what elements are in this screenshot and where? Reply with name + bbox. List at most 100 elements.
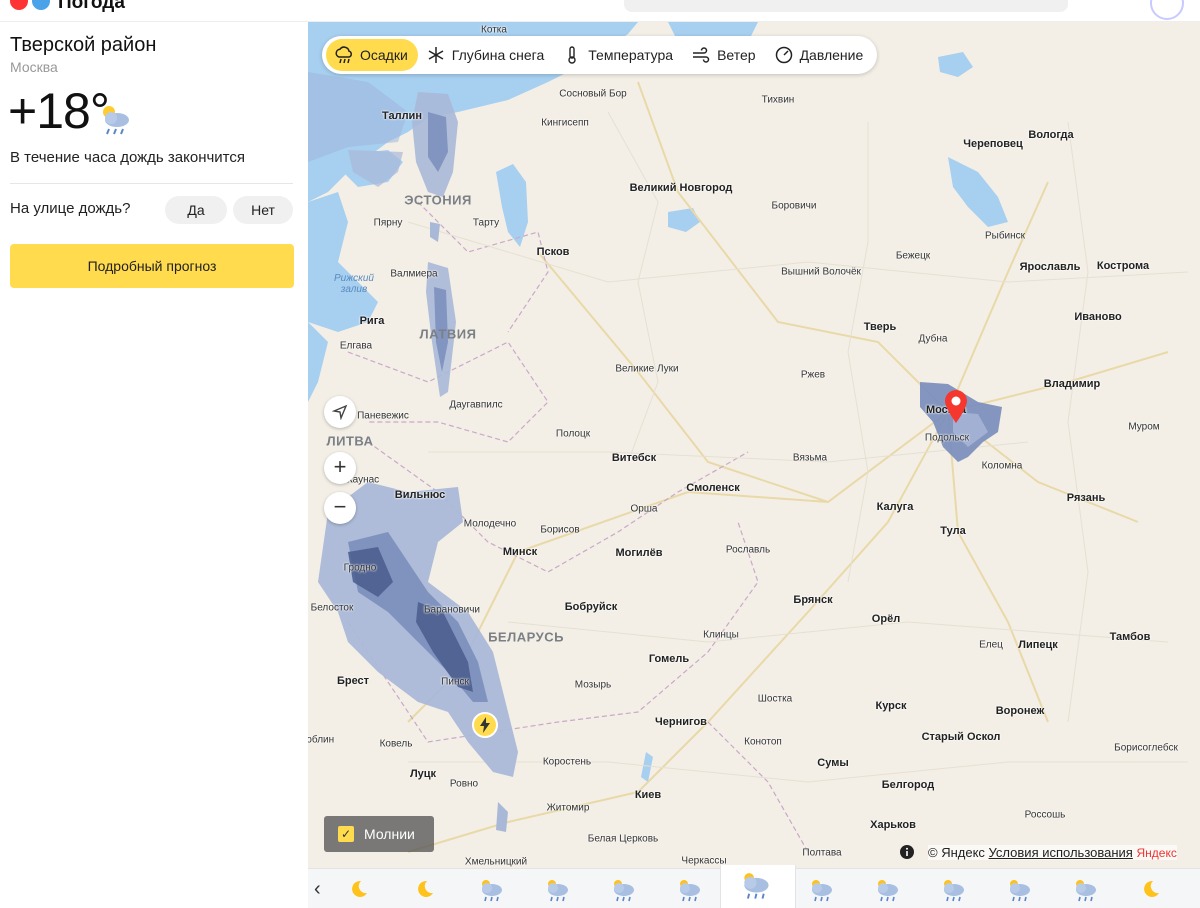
city-label: Липецк (1018, 639, 1058, 651)
precipitation-note: В течение часа дождь закончится (10, 149, 246, 166)
city-label: Тула (940, 525, 966, 537)
timeline-prev-button[interactable]: ‹ (314, 879, 321, 899)
locate-button[interactable] (324, 396, 356, 428)
city-label: Россошь (1024, 809, 1066, 821)
city-label: Таллин (382, 110, 422, 122)
left-panel: Тверской район Москва +18° В течение час… (0, 22, 308, 908)
rain-cloud-icon[interactable] (1070, 875, 1098, 903)
forecast-timeline: ‹ (308, 865, 1200, 908)
city-label: Рославль (725, 544, 771, 556)
country-label: ЛИТВА (326, 433, 374, 449)
avatar[interactable] (1150, 0, 1184, 20)
wind-icon (693, 47, 710, 63)
city-label: Клинцы (703, 629, 739, 641)
city-label: Луцк (409, 768, 437, 780)
city-label: Харьков (870, 819, 916, 831)
rain-cloud-icon[interactable] (806, 875, 834, 903)
city-label: Могилёв (615, 547, 663, 559)
city-label: Минск (502, 546, 538, 558)
brand-title[interactable]: Погода (58, 0, 125, 14)
tab-wind[interactable]: Ветер (683, 39, 766, 71)
city-label: Великие Луки (615, 363, 679, 375)
city-label: Бежецк (895, 250, 931, 262)
city-label: Псков (536, 246, 570, 258)
city-label: Елгава (339, 340, 373, 352)
city-label: Киев (634, 789, 662, 801)
divider (10, 183, 293, 184)
tab-label: Температура (588, 47, 674, 63)
location-pin-icon[interactable] (944, 390, 968, 424)
location-subtitle: Москва (10, 59, 58, 75)
tab-pressure[interactable]: Давление (766, 39, 874, 71)
info-icon[interactable] (899, 844, 915, 860)
city-label: Брянск (793, 594, 833, 606)
weather-logo-icon[interactable] (32, 0, 50, 10)
city-label: Сумы (817, 757, 849, 769)
zoom-in-button[interactable]: + (324, 452, 356, 484)
city-label: Даугавпилс (449, 399, 503, 411)
city-label: Старый Оскол (921, 731, 1001, 743)
city-label: Полоцк (555, 428, 591, 440)
city-label: Владимир (1043, 378, 1101, 390)
city-label: Витебск (611, 452, 657, 464)
gauge-icon (775, 46, 792, 64)
zoom-out-button[interactable]: − (324, 492, 356, 524)
city-label: Котка (481, 24, 507, 36)
city-label: Череповец (963, 138, 1023, 150)
city-label: Ровно (449, 778, 479, 790)
city-label: Валмиера (390, 268, 438, 280)
country-label: ЛАТВИЯ (419, 326, 477, 342)
rain-cloud-icon[interactable] (1004, 875, 1032, 903)
tab-temperature[interactable]: Температура (554, 39, 683, 71)
feedback-no-button[interactable]: Нет (233, 196, 293, 224)
rain-cloud-icon[interactable] (674, 875, 702, 903)
city-label: Хмельницкий (464, 856, 528, 868)
lightning-toggle[interactable]: ✓ Молнии (324, 816, 434, 852)
tab-label: Ветер (717, 47, 756, 63)
tab-precipitation[interactable]: Осадки (326, 39, 418, 71)
moon-icon[interactable] (344, 875, 372, 903)
precipitation-map[interactable]: ЭСТОНИЯ ЛАТВИЯ ЛИТВА БЕЛАРУСЬ Рижский за… (308, 22, 1200, 868)
city-label: Ярославль (1019, 261, 1081, 273)
city-label: Ковель (379, 738, 413, 750)
feedback-question: На улице дождь? (10, 200, 131, 217)
feedback-yes-button[interactable]: Да (165, 196, 227, 224)
city-label: Вильнюс (394, 489, 446, 501)
city-label: Кингисепп (541, 117, 589, 129)
tab-snow-depth[interactable]: Глубина снега (418, 39, 554, 71)
terms-link[interactable]: Условия использования (989, 845, 1133, 860)
city-label: Бобруйск (564, 601, 618, 613)
city-label: Барановичи (423, 604, 481, 616)
city-label: Белгород (881, 779, 935, 791)
city-label: Коломна (981, 460, 1023, 472)
lightning-label: Молнии (364, 826, 415, 842)
city-label: Великий Новгород (629, 182, 733, 194)
rain-cloud-icon[interactable] (608, 875, 636, 903)
lightning-marker-icon[interactable] (472, 712, 498, 738)
top-header: Погода (0, 0, 1200, 22)
water-label: Рижский залив (334, 273, 374, 295)
city-label: Тарту (472, 217, 500, 229)
city-label: Шостка (757, 693, 793, 705)
city-label: Мозырь (574, 679, 612, 691)
cloud-rain-sun-icon (103, 106, 129, 135)
current-temperature: +18° (8, 83, 110, 139)
city-label: Вязьма (792, 452, 828, 464)
detailed-forecast-button[interactable]: Подробный прогноз (10, 244, 294, 288)
rain-cloud-icon[interactable] (476, 875, 504, 903)
city-label: Коростень (542, 756, 592, 768)
city-label: Полтава (802, 847, 842, 859)
rain-cloud-icon[interactable] (938, 875, 966, 903)
rain-cloud-icon[interactable] (542, 875, 570, 903)
city-label: Тверь (863, 321, 897, 333)
checkbox-icon[interactable]: ✓ (338, 826, 354, 842)
rain-cloud-icon[interactable] (737, 867, 771, 901)
moon-icon[interactable] (410, 875, 438, 903)
city-label: Белая Церковь (587, 833, 659, 845)
rain-cloud-icon[interactable] (872, 875, 900, 903)
city-label: Гродно (343, 562, 377, 574)
moon-icon[interactable] (1136, 875, 1164, 903)
search-input[interactable] (624, 0, 1068, 12)
city-label: Вышний Волочёк (781, 266, 861, 278)
yandex-logo-icon[interactable] (10, 0, 28, 10)
